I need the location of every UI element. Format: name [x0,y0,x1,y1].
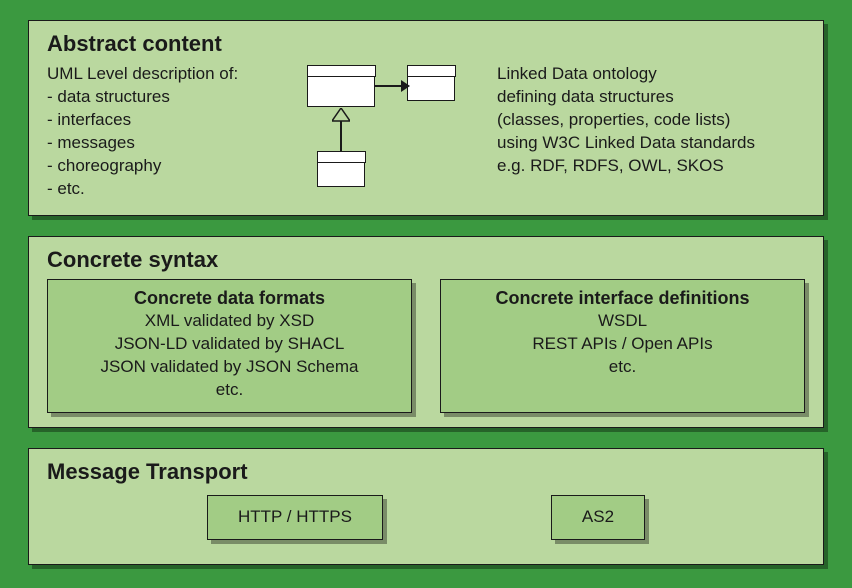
tier1-body: UML Level description of: - data structu… [47,63,805,201]
box-line: WSDL [461,310,784,333]
tier1-title: Abstract content [47,31,805,57]
uml-class-box [307,65,375,107]
tier2-subs: Concrete data formats XML validated by X… [47,279,805,413]
uml-generalization-arrow-icon [332,108,350,121]
uml-desc-item: - data structures [47,86,277,109]
ld-line: Linked Data ontology [497,63,805,86]
box-line: etc. [461,356,784,379]
ld-line: using W3C Linked Data standards [497,132,805,155]
concrete-data-formats-box: Concrete data formats XML validated by X… [47,279,412,413]
tier3-subs: HTTP / HTTPS AS2 [47,491,805,546]
uml-diagram-icon [287,63,487,193]
tier-message-transport: Message Transport HTTP / HTTPS AS2 [28,448,824,565]
box-line: JSON-LD validated by SHACL [68,333,391,356]
tier2-title: Concrete syntax [47,247,805,273]
box-line: JSON validated by JSON Schema [68,356,391,379]
uml-desc-item: - choreography [47,155,277,178]
tier-abstract-content: Abstract content UML Level description o… [28,20,824,216]
box-title: Concrete data formats [68,286,391,310]
tier3-title: Message Transport [47,459,805,485]
uml-desc-item: - messages [47,132,277,155]
box-line: HTTP / HTTPS [238,507,352,526]
uml-description-list: UML Level description of: - data structu… [47,63,277,201]
transport-as2-box: AS2 [551,495,645,540]
ld-line: e.g. RDF, RDFS, OWL, SKOS [497,155,805,178]
uml-desc-heading: UML Level description of: [47,63,277,86]
box-line: XML validated by XSD [68,310,391,333]
box-line: etc. [68,379,391,402]
linked-data-description: Linked Data ontology defining data struc… [497,63,805,178]
uml-arrow-right-icon [401,80,410,92]
uml-association-line [375,85,403,87]
uml-desc-item: - etc. [47,178,277,201]
ld-line: (classes, properties, code lists) [497,109,805,132]
uml-class-box [317,151,365,187]
uml-generalization-line [340,121,342,151]
tier-concrete-syntax: Concrete syntax Concrete data formats XM… [28,236,824,428]
concrete-interface-definitions-box: Concrete interface definitions WSDL REST… [440,279,805,413]
box-line: AS2 [582,507,614,526]
uml-desc-item: - interfaces [47,109,277,132]
ld-line: defining data structures [497,86,805,109]
box-title: Concrete interface definitions [461,286,784,310]
uml-class-box [407,65,455,101]
transport-http-box: HTTP / HTTPS [207,495,383,540]
box-line: REST APIs / Open APIs [461,333,784,356]
